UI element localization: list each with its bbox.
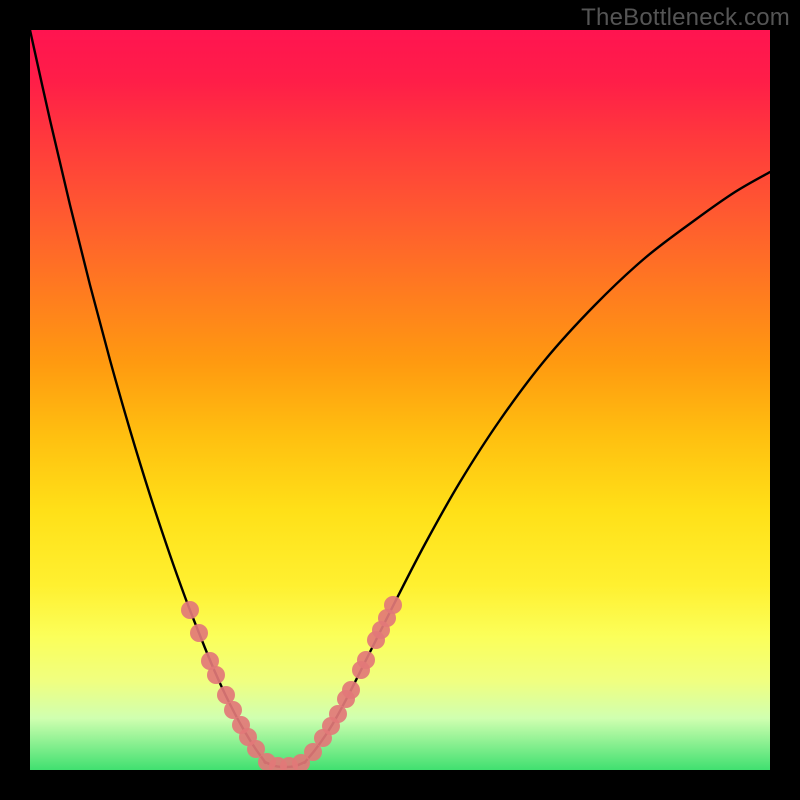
marker-dot — [384, 596, 402, 614]
marker-dot — [357, 651, 375, 669]
marker-dot — [342, 681, 360, 699]
marker-dot — [190, 624, 208, 642]
bottleneck-curve — [30, 30, 770, 767]
marker-dot — [207, 666, 225, 684]
curve-line — [30, 30, 770, 767]
chart-svg — [30, 30, 770, 770]
plot-area — [30, 30, 770, 770]
watermark-text: TheBottleneck.com — [581, 4, 790, 32]
chart-frame: TheBottleneck.com — [0, 0, 800, 800]
marker-points — [181, 596, 402, 770]
marker-dot — [181, 601, 199, 619]
